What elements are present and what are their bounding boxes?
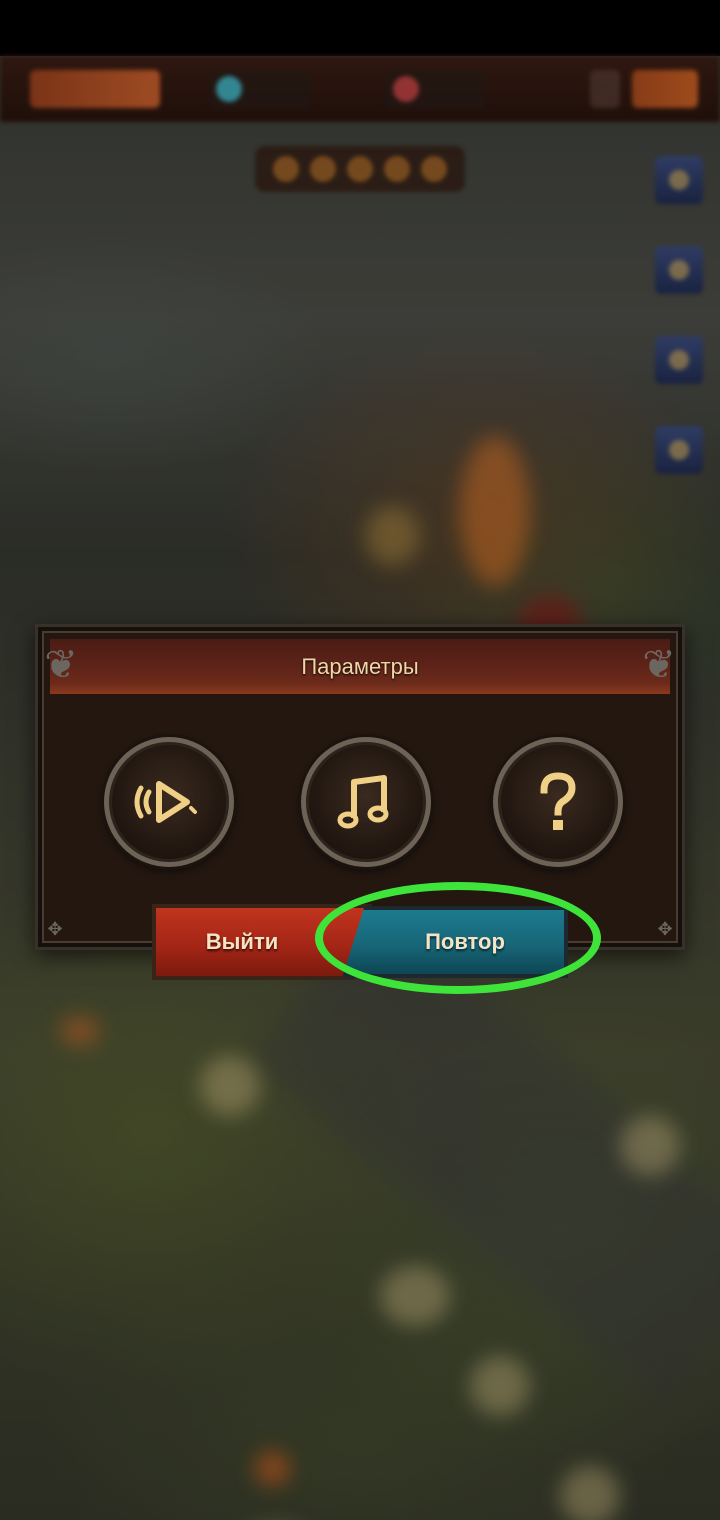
music-toggle-button[interactable]: [301, 737, 431, 867]
settings-dialog: Параметры ❦ ❦ ✥ ✥: [35, 624, 685, 950]
corner-ornament-icon: ❦: [642, 642, 676, 688]
sound-icon: [134, 781, 197, 823]
dialog-title: Параметры: [301, 653, 419, 679]
status-bar: [0, 0, 720, 56]
dialog-header: Параметры: [50, 639, 670, 697]
sound-toggle-button[interactable]: [104, 737, 234, 867]
corner-ornament-icon: ✥: [47, 919, 63, 940]
corner-ornament-icon: ✥: [657, 919, 673, 940]
corner-ornament-icon: ❦: [44, 642, 78, 688]
exit-button-label: Выйти: [205, 929, 279, 954]
retry-button-label: Повтор: [425, 929, 505, 954]
retry-button[interactable]: Повтор: [342, 906, 568, 978]
help-button[interactable]: [493, 737, 623, 867]
exit-button[interactable]: Выйти: [152, 904, 372, 980]
question-mark-icon: [540, 772, 576, 830]
music-note-icon: [337, 775, 389, 829]
